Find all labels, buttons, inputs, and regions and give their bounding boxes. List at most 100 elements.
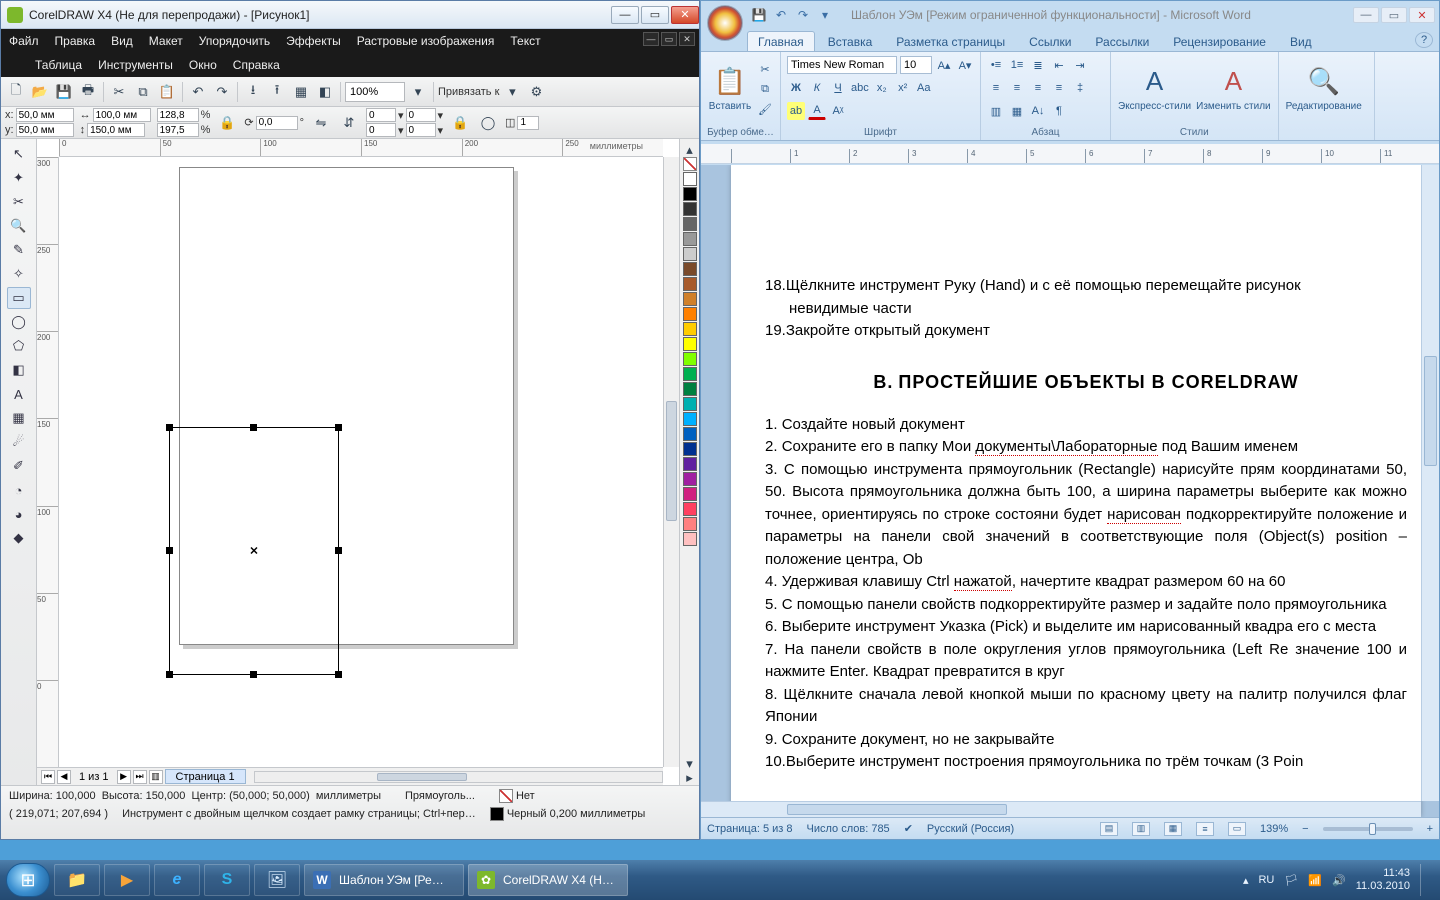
tray-show-hidden-button[interactable]: ▴ <box>1243 874 1249 887</box>
wrap-input[interactable] <box>517 116 539 130</box>
rotation-input[interactable] <box>256 116 298 130</box>
color-swatch[interactable] <box>683 247 697 261</box>
color-swatch[interactable] <box>683 352 697 366</box>
draft-view-button[interactable]: ▭ <box>1228 822 1246 836</box>
word-maximize-button[interactable]: ▭ <box>1381 7 1407 23</box>
tray-volume-icon[interactable]: 🔊 <box>1332 874 1346 887</box>
qat-customize-button[interactable]: ▾ <box>817 7 833 23</box>
pick-tool[interactable]: ↖ <box>7 143 31 165</box>
corel-vertical-scrollbar[interactable] <box>663 157 679 767</box>
sort-button[interactable]: A↓ <box>1029 102 1047 120</box>
selected-rectangle[interactable]: ✕ <box>169 427 339 675</box>
color-swatch[interactable] <box>683 532 697 546</box>
menu-effects[interactable]: Эффекты <box>286 34 341 48</box>
zoom-value[interactable]: 139% <box>1260 823 1288 835</box>
qat-undo-button[interactable]: ↶ <box>773 7 789 23</box>
color-swatch[interactable] <box>683 487 697 501</box>
outline-tool[interactable]: ◔ <box>7 479 31 501</box>
word-minimize-button[interactable]: — <box>1353 7 1379 23</box>
color-swatch[interactable] <box>683 502 697 516</box>
color-swatch[interactable] <box>683 232 697 246</box>
snap-label[interactable]: Привязать к <box>438 86 499 98</box>
undo-button[interactable]: ↶ <box>187 81 209 103</box>
web-view-button[interactable]: ▦ <box>1164 822 1182 836</box>
handle-bl[interactable] <box>166 671 173 678</box>
shape-tool[interactable]: ✦ <box>7 167 31 189</box>
handle-bc[interactable] <box>250 671 257 678</box>
paste-button[interactable]: 📋Вставить <box>707 56 753 122</box>
handle-ml[interactable] <box>166 547 173 554</box>
show-marks-button[interactable]: ¶ <box>1050 102 1068 120</box>
proofing-icon[interactable]: ✔ <box>904 822 913 835</box>
add-page-button[interactable]: ▥ <box>149 770 163 784</box>
highlight-button[interactable]: ab <box>787 102 805 120</box>
color-swatch[interactable] <box>683 277 697 291</box>
word-count[interactable]: Число слов: 785 <box>807 823 890 835</box>
corner-tl-input[interactable] <box>366 108 396 122</box>
palette-scroll-up-button[interactable]: ▴ <box>679 143 701 157</box>
qat-redo-button[interactable]: ↷ <box>795 7 811 23</box>
color-swatch[interactable] <box>683 517 697 531</box>
open-button[interactable]: 📂 <box>29 81 51 103</box>
system-tray[interactable]: ▴ RU 🏳 📶 🔊 11:43 11.03.2010 <box>1243 864 1434 896</box>
color-swatch[interactable] <box>683 187 697 201</box>
start-button[interactable]: ⊞ <box>6 863 50 897</box>
corel-canvas[interactable]: ✕ <box>59 157 663 767</box>
redo-button[interactable]: ↷ <box>211 81 233 103</box>
color-swatch[interactable] <box>683 457 697 471</box>
zoom-in-button[interactable]: + <box>1427 823 1433 835</box>
tab-review[interactable]: Рецензирование <box>1162 31 1277 51</box>
menu-file[interactable]: Файл <box>9 34 39 48</box>
corel-horizontal-scrollbar[interactable] <box>254 771 663 783</box>
outline-view-button[interactable]: ≡ <box>1196 822 1214 836</box>
align-left-button[interactable]: ≡ <box>987 79 1005 97</box>
cut-button[interactable]: ✂ <box>108 81 130 103</box>
print-button[interactable]: 🖶 <box>77 81 99 103</box>
table-tool[interactable]: ▦ <box>7 407 31 429</box>
color-swatch[interactable] <box>683 412 697 426</box>
palette-scroll-down-button[interactable]: ▾ <box>679 757 701 771</box>
font-size-input[interactable] <box>900 56 932 74</box>
taskbar-corel-window-button[interactable]: ✿CorelDRAW X4 (Н… <box>468 864 628 896</box>
word-vertical-scrollbar[interactable] <box>1421 165 1439 801</box>
word-horizontal-scrollbar[interactable] <box>701 801 1421 817</box>
justify-button[interactable]: ≡ <box>1050 79 1068 97</box>
bold-button[interactable]: Ж <box>787 79 805 97</box>
export-button[interactable]: ⭱ <box>266 81 288 103</box>
shading-button[interactable]: ▥ <box>987 102 1005 120</box>
shrink-font-button[interactable]: A▾ <box>956 56 974 74</box>
zoom-slider[interactable] <box>1323 827 1413 831</box>
color-swatch[interactable] <box>683 202 697 216</box>
line-spacing-button[interactable]: ‡ <box>1071 79 1089 97</box>
tray-flag-icon[interactable]: 🏳 <box>1284 874 1298 887</box>
hscroll-thumb[interactable] <box>377 773 467 781</box>
corel-titlebar[interactable]: CorelDRAW X4 (Не для перепродажи) - [Рис… <box>1 1 699 29</box>
corner-bl-input[interactable] <box>366 123 396 137</box>
color-swatch[interactable] <box>683 442 697 456</box>
freehand-tool[interactable]: ✎ <box>7 239 31 261</box>
font-name-input[interactable] <box>787 56 897 74</box>
copy-button-w[interactable]: ⧉ <box>756 80 774 98</box>
word-close-button[interactable]: ✕ <box>1409 7 1435 23</box>
menu-bitmaps[interactable]: Растровые изображения <box>357 34 495 48</box>
mdi-minimize-button[interactable]: — <box>643 32 659 46</box>
fullscreen-view-button[interactable]: ▥ <box>1132 822 1150 836</box>
font-color-button[interactable]: A <box>808 102 826 120</box>
qat-save-button[interactable]: 💾 <box>751 7 767 23</box>
zoom-level-input[interactable] <box>345 82 405 102</box>
corner-tr-input[interactable] <box>406 108 436 122</box>
menu-help[interactable]: Справка <box>233 58 280 72</box>
word-vscroll-thumb[interactable] <box>1424 356 1437 466</box>
corel-close-button[interactable]: ✕ <box>671 6 699 24</box>
align-right-button[interactable]: ≡ <box>1029 79 1047 97</box>
tray-network-icon[interactable]: 📶 <box>1308 874 1322 887</box>
clear-format-button[interactable]: Aᵡ <box>829 102 847 120</box>
multilevel-button[interactable]: ≣ <box>1029 56 1047 74</box>
tab-insert[interactable]: Вставка <box>817 31 884 51</box>
borders-button[interactable]: ▦ <box>1008 102 1026 120</box>
word-page[interactable]: 18.Щёлкните инструмент Руку (Hand) и с е… <box>731 165 1421 817</box>
color-swatch[interactable] <box>683 157 697 171</box>
increase-indent-button[interactable]: ⇥ <box>1071 56 1089 74</box>
zoom-slider-thumb[interactable] <box>1369 823 1376 835</box>
handle-mr[interactable] <box>335 547 342 554</box>
